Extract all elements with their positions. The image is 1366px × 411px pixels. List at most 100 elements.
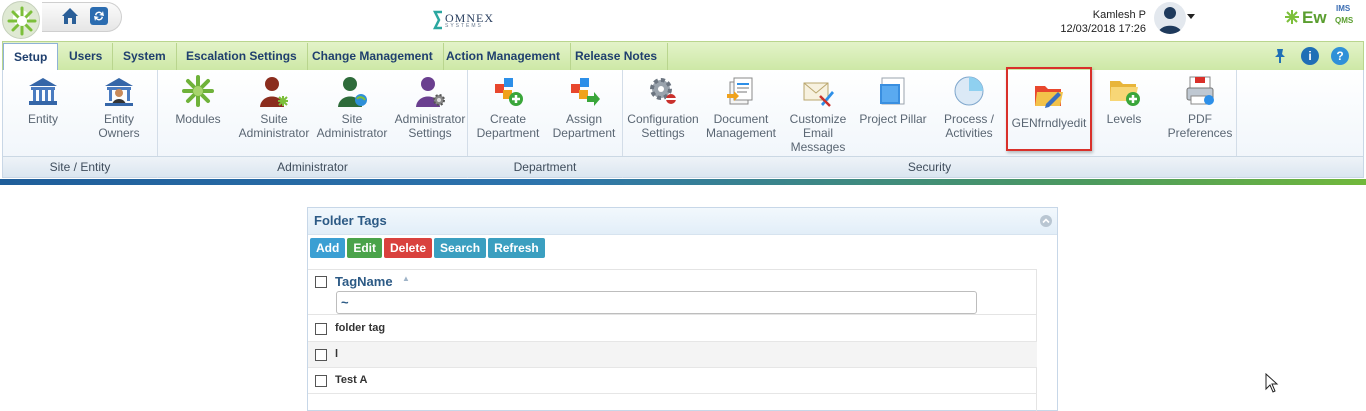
process-icon bbox=[954, 76, 984, 106]
omnex-subtitle: SYSTEMS bbox=[445, 23, 483, 29]
administrator-settings-label: Administrator Settings bbox=[394, 112, 466, 140]
project-pillar-button[interactable]: Project Pillar bbox=[853, 74, 933, 156]
project-pillar-label: Project Pillar bbox=[859, 112, 927, 126]
ims-logo-text: IMS bbox=[1336, 4, 1351, 13]
collapse-icon[interactable] bbox=[1040, 215, 1052, 227]
home-icon[interactable] bbox=[59, 5, 81, 27]
row-checkbox[interactable] bbox=[315, 375, 327, 387]
site-admin-icon bbox=[338, 77, 367, 107]
suite-administrator-button[interactable]: Suite Administrator bbox=[234, 74, 314, 156]
assign-department-icon bbox=[571, 78, 600, 106]
genfrndlyedit-label: GENfrndlyedit bbox=[1011, 116, 1087, 130]
tab-setup[interactable]: Setup bbox=[3, 43, 59, 71]
table-row[interactable]: l bbox=[308, 342, 1037, 368]
tab-system[interactable]: System bbox=[113, 43, 177, 70]
sort-icon[interactable]: ▲ bbox=[402, 274, 410, 283]
process-activities-button[interactable]: Process / Activities bbox=[929, 74, 1009, 156]
panel-title: Folder Tags bbox=[314, 213, 387, 228]
assign-department-button[interactable]: Assign Department bbox=[544, 74, 624, 156]
configuration-settings-button[interactable]: Configuration Settings bbox=[623, 74, 703, 156]
header-stripe bbox=[0, 179, 1366, 185]
info-icon[interactable]: i bbox=[1301, 47, 1319, 65]
ribbon-group-bar: Site / Entity Administrator Department S… bbox=[3, 156, 1363, 177]
delete-button[interactable]: Delete bbox=[384, 238, 433, 258]
process-activities-label: Process / Activities bbox=[943, 112, 994, 140]
pin-icon[interactable] bbox=[1271, 47, 1289, 65]
group-administrator: Administrator bbox=[277, 160, 348, 174]
grid-toolbar: Add Edit Delete Search Refresh bbox=[310, 238, 545, 258]
refresh-icon[interactable] bbox=[88, 5, 110, 27]
customize-email-messages-button[interactable]: Customize Email Messages bbox=[778, 74, 858, 156]
pdf-icon bbox=[1186, 76, 1214, 105]
user-name: Kamlesh P bbox=[1092, 9, 1146, 21]
add-button[interactable]: Add bbox=[310, 238, 346, 258]
tab-release-notes[interactable]: Release Notes bbox=[565, 43, 669, 70]
site-administrator-button[interactable]: Site Administrator bbox=[312, 74, 392, 156]
top-header: OMNEX SYSTEMS Kamlesh P 12/03/2018 17:26… bbox=[0, 0, 1366, 40]
tab-escalation-settings[interactable]: Escalation Settings bbox=[176, 43, 308, 70]
configuration-settings-label: Configuration Settings bbox=[627, 112, 699, 140]
tab-users[interactable]: Users bbox=[59, 43, 114, 70]
levels-folder-icon bbox=[1110, 81, 1140, 106]
suite-admin-icon bbox=[260, 77, 288, 107]
table-row[interactable]: Test A bbox=[308, 368, 1037, 394]
project-pillar-icon bbox=[880, 77, 905, 105]
document-icon bbox=[727, 77, 753, 105]
search-button[interactable]: Search bbox=[434, 238, 487, 258]
omnex-logo: OMNEX SYSTEMS bbox=[432, 10, 504, 32]
folder-tags-panel: Folder Tags Add Edit Delete Search Refre… bbox=[307, 207, 1058, 411]
chevron-down-icon[interactable] bbox=[1187, 14, 1195, 19]
ewqms-logo: Ew IMS QMS bbox=[1284, 3, 1364, 33]
app-logo-icon[interactable] bbox=[2, 1, 40, 39]
row-checkbox[interactable] bbox=[315, 349, 327, 361]
refresh-button[interactable]: Refresh bbox=[488, 238, 545, 258]
administrator-settings-button[interactable]: Administrator Settings bbox=[390, 74, 470, 156]
building-owner-icon bbox=[105, 78, 133, 106]
panel-header: Folder Tags bbox=[308, 208, 1057, 235]
modules-button[interactable]: Modules bbox=[158, 74, 238, 156]
edit-button[interactable]: Edit bbox=[347, 238, 382, 258]
entity-button[interactable]: Entity bbox=[3, 74, 83, 156]
help-icon[interactable]: ? bbox=[1331, 47, 1349, 65]
tags-grid: TagName ▲ folder tag l Test A bbox=[308, 269, 1037, 411]
create-department-icon bbox=[495, 78, 523, 106]
group-security: Security bbox=[907, 160, 952, 174]
current-datetime: 12/03/2018 17:26 bbox=[1060, 23, 1146, 35]
group-department: Department bbox=[513, 160, 577, 174]
entity-label: Entity bbox=[27, 112, 58, 126]
levels-button[interactable]: Levels bbox=[1084, 74, 1164, 156]
modules-icon bbox=[182, 75, 214, 107]
tab-change-management[interactable]: Change Management bbox=[302, 43, 444, 70]
column-header-tagname[interactable]: TagName bbox=[335, 274, 393, 289]
ew-logo-text: Ew bbox=[1302, 8, 1327, 27]
tab-action-management[interactable]: Action Management bbox=[436, 43, 572, 70]
tag-name-cell: Test A bbox=[335, 374, 368, 386]
tag-name-cell: folder tag bbox=[335, 322, 386, 334]
row-checkbox[interactable] bbox=[315, 323, 327, 335]
create-department-label: Create Department bbox=[476, 112, 540, 140]
entity-owners-button[interactable]: Entity Owners bbox=[79, 74, 159, 156]
select-all-checkbox[interactable] bbox=[315, 276, 327, 288]
assign-department-label: Assign Department bbox=[552, 112, 616, 140]
site-administrator-label: Site Administrator bbox=[316, 112, 388, 140]
quick-nav bbox=[42, 2, 122, 32]
tagname-filter-input[interactable] bbox=[336, 291, 977, 314]
create-department-button[interactable]: Create Department bbox=[468, 74, 548, 156]
genfrndlyedit-button[interactable]: GENfrndlyedit bbox=[1006, 67, 1092, 151]
entity-owners-label: Entity Owners bbox=[98, 112, 140, 140]
table-row[interactable]: folder tag bbox=[308, 316, 1037, 342]
user-avatar-icon[interactable] bbox=[1154, 2, 1186, 34]
folder-edit-icon bbox=[1035, 86, 1063, 108]
pdf-preferences-label: PDF Preferences bbox=[1167, 112, 1233, 140]
levels-label: Levels bbox=[1106, 112, 1142, 126]
tag-name-cell: l bbox=[335, 348, 339, 360]
customize-email-messages-label: Customize Email Messages bbox=[789, 112, 847, 154]
pdf-preferences-button[interactable]: PDF Preferences bbox=[1160, 74, 1240, 156]
group-site-entity: Site / Entity bbox=[49, 160, 111, 174]
email-icon bbox=[803, 82, 834, 107]
document-management-button[interactable]: Document Management bbox=[701, 74, 781, 156]
modules-label: Modules bbox=[175, 112, 221, 126]
document-management-label: Document Management bbox=[705, 112, 777, 140]
configuration-icon bbox=[650, 78, 676, 104]
qms-logo-text: QMS bbox=[1335, 16, 1354, 25]
